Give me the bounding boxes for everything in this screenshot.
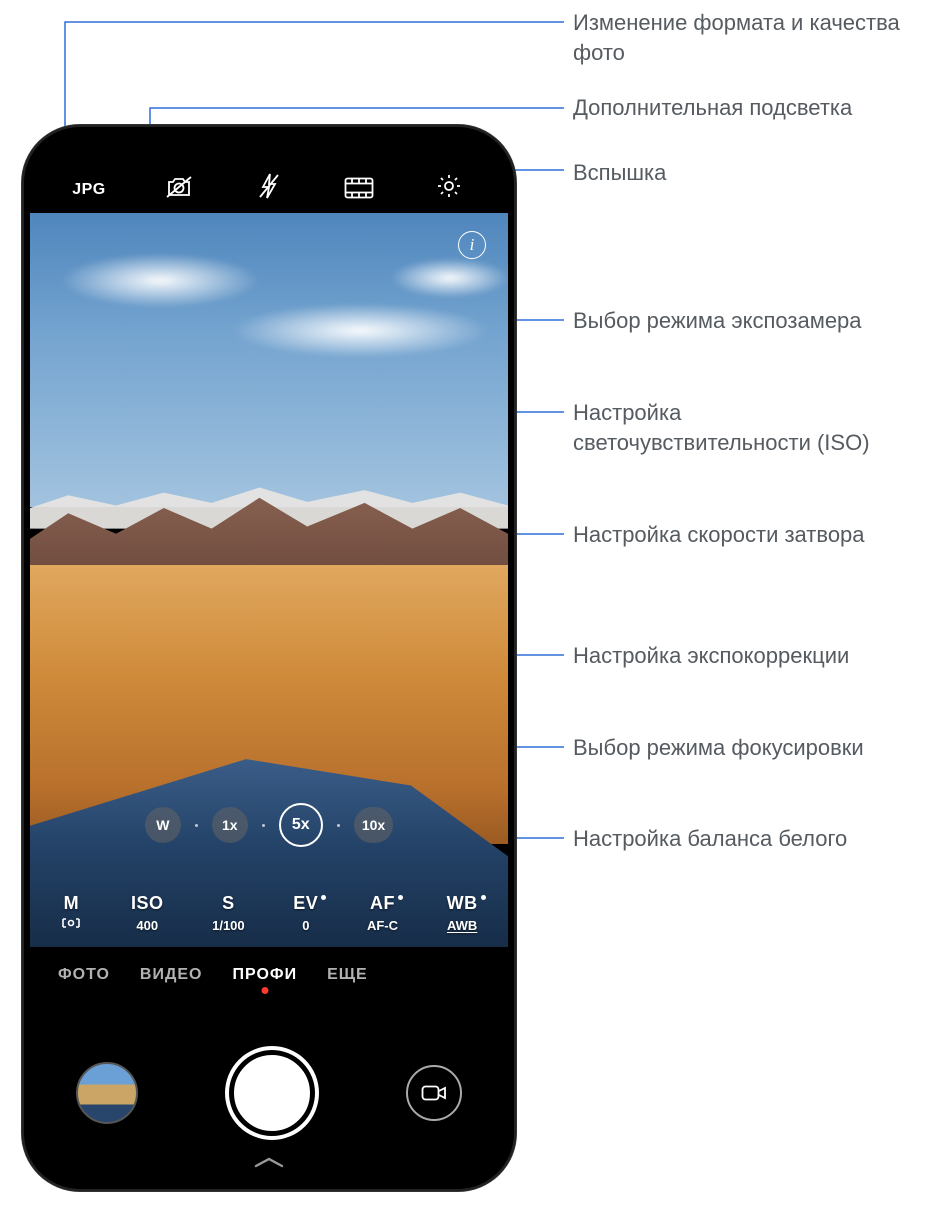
annot-ev: Настройка экспокоррекции [573, 641, 913, 671]
param-label: WB [447, 893, 478, 914]
film-icon [344, 177, 374, 199]
param-iso[interactable]: ISO 400 [131, 893, 164, 933]
pro-params: M ISO 400 S 1/100 [30, 893, 508, 933]
mode-more[interactable]: ЕЩЕ [327, 966, 368, 984]
extra-light-button[interactable] [134, 175, 224, 199]
info-button[interactable]: i [458, 231, 486, 259]
flash-off-icon [258, 173, 280, 199]
bottom-controls [30, 1003, 508, 1183]
gallery-thumbnail[interactable] [76, 1062, 138, 1124]
flash-button[interactable] [224, 173, 314, 199]
annot-shutter: Настройка скорости затвора [573, 520, 913, 550]
annot-focus: Выбор режима фокусировки [573, 733, 913, 763]
notch [179, 133, 359, 159]
aspect-button[interactable] [314, 177, 404, 199]
param-label: S [222, 893, 235, 914]
zoom-5x[interactable]: 5x [279, 803, 323, 847]
param-metering[interactable]: M [60, 893, 82, 933]
mode-pro[interactable]: ПРОФИ [233, 966, 298, 984]
zoom-10x[interactable]: 10x [354, 807, 393, 843]
camera-off-icon [165, 175, 193, 199]
mode-tabs: ФОТО ВИДЕО ПРОФИ ЕЩЕ [30, 947, 508, 1003]
param-label: ISO [131, 893, 164, 914]
video-icon [421, 1084, 447, 1102]
metering-icon [60, 916, 82, 930]
annot-metering: Выбор режима экспозамера [573, 306, 913, 336]
annot-format: Изменение формата и качества фото [573, 8, 913, 67]
param-label: M [64, 893, 80, 914]
zoom-sep [337, 824, 340, 827]
phone-frame: JPG [22, 125, 516, 1191]
format-label: JPG [72, 181, 106, 199]
zoom-1x[interactable]: 1x [212, 807, 248, 843]
annot-wb: Настройка баланса белого [573, 824, 913, 854]
mode-video[interactable]: ВИДЕО [140, 966, 203, 984]
annot-light: Дополнительная подсветка [573, 93, 913, 123]
format-button[interactable]: JPG [44, 181, 134, 199]
nav-chevron-up-icon[interactable] [252, 1152, 286, 1175]
param-value: 400 [131, 918, 164, 933]
mode-photo[interactable]: ФОТО [58, 966, 110, 984]
viewfinder[interactable]: i W 1x 5x 10x M [30, 213, 508, 947]
gear-icon [436, 173, 462, 199]
zoom-sep [262, 824, 265, 827]
annot-iso: Настройка светочувствительности (ISO) [573, 398, 913, 457]
screen: JPG [30, 133, 508, 1183]
param-wb[interactable]: WB AWB [447, 893, 478, 933]
annot-flash: Вспышка [573, 158, 913, 188]
param-ev[interactable]: EV 0 [293, 893, 318, 933]
zoom-w[interactable]: W [145, 807, 181, 843]
param-label: EV [293, 893, 318, 914]
param-value: 0 [293, 918, 318, 933]
param-af[interactable]: AF AF-C [367, 893, 398, 933]
settings-button[interactable] [404, 173, 494, 199]
zoom-sep [195, 824, 198, 827]
param-value: AWB [447, 918, 478, 933]
shutter-button[interactable] [229, 1050, 315, 1136]
param-label: AF [370, 893, 395, 914]
zoom-row: W 1x 5x 10x [30, 803, 508, 847]
switch-camera-button[interactable] [406, 1065, 462, 1121]
info-icon: i [470, 235, 475, 255]
param-shutter[interactable]: S 1/100 [212, 893, 245, 933]
param-value: AF-C [367, 918, 398, 933]
param-value: 1/100 [212, 918, 245, 933]
